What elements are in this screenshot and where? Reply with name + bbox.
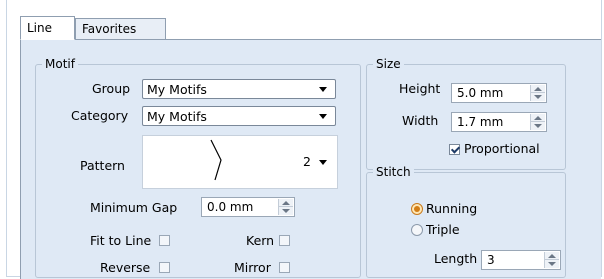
height-spinner[interactable]: 5.0 mm <box>451 83 547 103</box>
minimum-gap-spinner[interactable]: 0.0 mm <box>201 197 295 217</box>
fit-to-line-label: Fit to Line <box>90 233 152 248</box>
width-value: 1.7 mm <box>457 115 504 129</box>
pattern-dropdown-icon[interactable] <box>319 160 327 165</box>
spin-buttons[interactable] <box>530 114 545 130</box>
group-label: Group <box>92 81 131 96</box>
minimum-gap-value: 0.0 mm <box>207 200 254 214</box>
pattern-label: Pattern <box>80 158 125 173</box>
spin-buttons[interactable] <box>530 85 545 101</box>
length-spinner[interactable]: 3 <box>481 250 561 270</box>
height-value: 5.0 mm <box>457 86 504 100</box>
line-tab-panel: Motif Group My Motifs Category My Motifs… <box>20 39 601 279</box>
stitch-group-title: Stitch <box>373 165 414 179</box>
category-select[interactable]: My Motifs <box>142 106 336 126</box>
reverse-label: Reverse <box>100 260 151 275</box>
category-select-value: My Motifs <box>147 109 207 124</box>
mirror-label: Mirror <box>234 260 271 275</box>
group-select[interactable]: My Motifs <box>142 79 336 99</box>
spin-down-icon[interactable] <box>282 209 290 213</box>
triple-radio[interactable] <box>411 224 423 236</box>
triple-label: Triple <box>426 222 460 237</box>
kern-label: Kern <box>246 233 275 248</box>
size-group: Size Height 5.0 mm Width 1.7 mm Proporti… <box>366 57 566 170</box>
length-value: 3 <box>487 253 495 267</box>
stitch-group: Stitch Running Triple Length 3 <box>366 165 566 278</box>
spin-up-icon[interactable] <box>534 116 542 120</box>
spin-buttons[interactable] <box>278 199 293 215</box>
size-group-title: Size <box>373 57 404 71</box>
reverse-checkbox[interactable] <box>159 262 170 273</box>
spin-up-icon[interactable] <box>534 87 542 91</box>
running-radio[interactable] <box>411 203 423 215</box>
tab-favorites[interactable]: Favorites <box>75 18 166 40</box>
width-spinner[interactable]: 1.7 mm <box>451 112 547 132</box>
height-label: Height <box>399 81 441 96</box>
pattern-picker[interactable]: 2 <box>142 135 338 189</box>
chevron-down-icon <box>319 87 327 92</box>
pattern-number: 2 <box>303 154 311 169</box>
proportional-label: Proportional <box>464 141 540 156</box>
tab-line[interactable]: Line <box>20 16 75 40</box>
spin-up-icon[interactable] <box>282 201 290 205</box>
motif-group-title: Motif <box>42 57 78 71</box>
spin-buttons[interactable] <box>544 252 559 268</box>
spin-down-icon[interactable] <box>534 124 542 128</box>
pattern-preview-icon <box>210 139 222 181</box>
category-label: Category <box>71 108 129 123</box>
spin-down-icon[interactable] <box>548 262 556 266</box>
spin-down-icon[interactable] <box>534 95 542 99</box>
mirror-checkbox[interactable] <box>279 262 290 273</box>
spin-up-icon[interactable] <box>548 254 556 258</box>
motif-group: Motif Group My Motifs Category My Motifs… <box>35 57 361 278</box>
length-label: Length <box>434 251 478 266</box>
chevron-down-icon <box>319 114 327 119</box>
group-select-value: My Motifs <box>147 82 207 97</box>
kern-checkbox[interactable] <box>279 235 290 246</box>
running-label: Running <box>426 201 478 216</box>
proportional-checkbox[interactable] <box>449 144 460 155</box>
width-label: Width <box>402 113 439 128</box>
minimum-gap-label: Minimum Gap <box>90 200 178 215</box>
fit-to-line-checkbox[interactable] <box>159 235 170 246</box>
